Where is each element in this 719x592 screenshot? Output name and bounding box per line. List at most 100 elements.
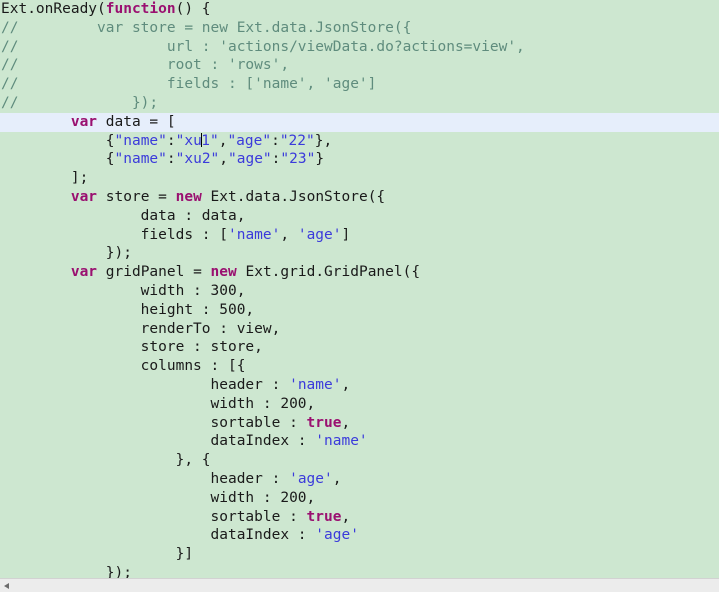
- code-token-plain: ,: [280, 226, 298, 243]
- code-line[interactable]: var store = new Ext.data.JsonStore({: [0, 188, 719, 207]
- code-line[interactable]: width : 200,: [0, 395, 719, 414]
- code-token-kw: var: [70, 264, 98, 281]
- code-token-str: "age": [228, 151, 272, 168]
- code-token-plain: ]: [341, 226, 351, 243]
- code-token-cmt: // });: [1, 94, 159, 111]
- code-token-plain: }]: [1, 546, 194, 563]
- code-line[interactable]: });: [0, 244, 719, 263]
- code-token-plain: renderTo : view,: [1, 320, 281, 337]
- code-token-plain: sortable :: [1, 414, 307, 431]
- code-line[interactable]: renderTo : view,: [0, 320, 719, 339]
- code-token-str: 'name': [315, 433, 368, 450]
- code-token-plain: width : 200,: [1, 395, 316, 412]
- code-token-str: "name": [114, 151, 167, 168]
- triangle-left-icon[interactable]: [2, 581, 12, 591]
- code-token-plain: dataIndex :: [1, 433, 316, 450]
- code-line[interactable]: {"name":"xu2","age":"23"}: [0, 150, 719, 169]
- code-token-plain: data = [: [97, 113, 176, 130]
- code-line[interactable]: // });: [0, 94, 719, 113]
- code-token-plain: {: [1, 151, 115, 168]
- code-token-plain: gridPanel =: [97, 264, 211, 281]
- code-token-str: 'age': [289, 470, 333, 487]
- code-line[interactable]: header : 'name',: [0, 376, 719, 395]
- horizontal-scrollbar[interactable]: [0, 578, 719, 592]
- code-line[interactable]: store : store,: [0, 338, 719, 357]
- code-token-kw: var: [70, 188, 98, 205]
- code-token-plain: width : 300,: [1, 282, 246, 299]
- code-token-plain: store =: [97, 188, 176, 205]
- code-line[interactable]: // root : 'rows',: [0, 56, 719, 75]
- code-line[interactable]: {"name":"xu1","age":"22"},: [0, 132, 719, 151]
- code-token-plain: height : 500,: [1, 301, 255, 318]
- code-line[interactable]: }]: [0, 545, 719, 564]
- code-token-plain: }, {: [1, 452, 211, 469]
- code-token-plain: fields : [: [1, 226, 228, 243]
- code-token-plain: },: [314, 132, 333, 149]
- code-token-plain: {: [1, 132, 115, 149]
- code-token-kw: new: [210, 264, 237, 281]
- code-token-str: 'name': [289, 376, 342, 393]
- code-token-cmt: // url : 'actions/viewData.do?actions=vi…: [1, 38, 525, 55]
- code-token-plain: Ext.grid.GridPanel({: [236, 264, 421, 281]
- code-token-plain: :: [271, 132, 280, 149]
- code-token-str: "23": [280, 151, 316, 168]
- code-token-plain: Ext.data.JsonStore({: [201, 188, 386, 205]
- code-token-plain: Ext.onReady(: [1, 1, 106, 17]
- code-token-str: 1": [201, 132, 219, 149]
- code-line[interactable]: width : 300,: [0, 282, 719, 301]
- code-token-cmt: // root : 'rows',: [1, 57, 290, 74]
- code-token-cmt: // fields : ['name', 'age']: [1, 76, 377, 93]
- code-token-plain: ,: [341, 508, 351, 525]
- code-token-plain: header :: [1, 470, 290, 487]
- code-line[interactable]: data : data,: [0, 207, 719, 226]
- code-line[interactable]: ];: [0, 169, 719, 188]
- code-line[interactable]: sortable : true,: [0, 414, 719, 433]
- code-token-kw: new: [175, 188, 202, 205]
- code-token-plain: dataIndex :: [1, 527, 316, 544]
- code-line[interactable]: }, {: [0, 451, 719, 470]
- code-token-plain: :: [166, 151, 176, 168]
- code-token-str: 'age': [297, 226, 342, 243]
- code-line[interactable]: });: [0, 564, 719, 578]
- code-token-kw: true: [306, 508, 342, 525]
- code-token-plain: width : 200,: [1, 489, 316, 506]
- code-line[interactable]: Ext.onReady(function() {: [0, 0, 719, 19]
- code-line[interactable]: header : 'age',: [0, 470, 719, 489]
- code-line[interactable]: sortable : true,: [0, 508, 719, 527]
- code-line[interactable]: var gridPanel = new Ext.grid.GridPanel({: [0, 263, 719, 282]
- code-token-plain: columns : [{: [1, 358, 246, 375]
- code-token-plain: ,: [332, 470, 342, 487]
- code-editor-text-area[interactable]: Ext.onReady(function() {// var store = n…: [0, 0, 719, 578]
- code-line[interactable]: dataIndex : 'age': [0, 526, 719, 545]
- code-token-plain: }: [315, 151, 325, 168]
- code-token-plain: store : store,: [1, 339, 263, 356]
- code-token-str: "age": [227, 132, 272, 149]
- code-line[interactable]: width : 200,: [0, 489, 719, 508]
- code-token-str: "xu2": [175, 151, 220, 168]
- code-line[interactable]: dataIndex : 'name': [0, 432, 719, 451]
- code-line[interactable]: // url : 'actions/viewData.do?actions=vi…: [0, 38, 719, 57]
- code-editor-window: Ext.onReady(function() {// var store = n…: [0, 0, 719, 592]
- code-line[interactable]: fields : ['name', 'age']: [0, 226, 719, 245]
- code-token-kw: var: [70, 113, 98, 130]
- code-line[interactable]: height : 500,: [0, 301, 719, 320]
- code-line[interactable]: // fields : ['name', 'age']: [0, 75, 719, 94]
- code-token-plain: () {: [175, 1, 211, 17]
- code-token-plain: });: [1, 245, 132, 262]
- code-line[interactable]: var data = [: [0, 112, 719, 132]
- code-token-plain: sortable :: [1, 508, 307, 525]
- code-token-str: 'age': [315, 527, 359, 544]
- code-token-plain: });: [1, 564, 132, 578]
- code-token-str: 'name': [227, 226, 281, 243]
- code-token-kw: true: [306, 414, 342, 431]
- code-line[interactable]: // var store = new Ext.data.JsonStore({: [0, 19, 719, 38]
- code-token-plain: ,: [341, 414, 351, 431]
- code-line[interactable]: columns : [{: [0, 357, 719, 376]
- code-token-plain: ,: [219, 151, 229, 168]
- code-token-plain: :: [166, 132, 176, 149]
- code-token-str: "xu: [175, 132, 202, 149]
- code-token-plain: ,: [341, 376, 351, 393]
